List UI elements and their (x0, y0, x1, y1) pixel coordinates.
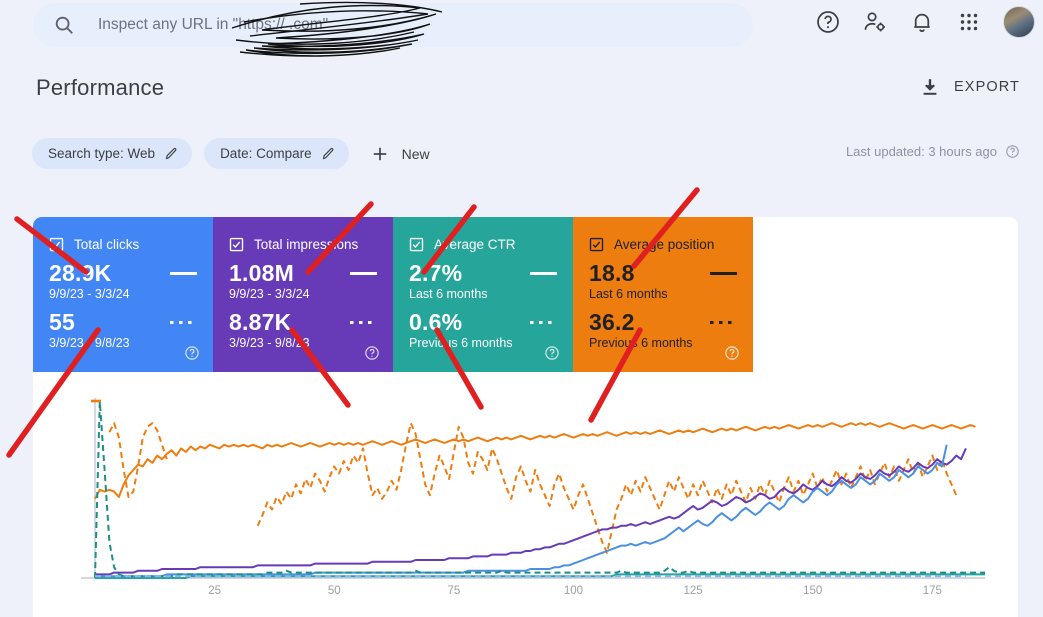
metric-current-period: 9/9/23 - 3/3/24 (49, 287, 130, 302)
help-circle-icon[interactable] (364, 345, 380, 361)
metric-card-total-clicks[interactable]: Total clicks 28.9K 9/9/23 - 3/3/24 55 3/… (33, 217, 213, 372)
metric-card-header: Average CTR (409, 237, 557, 252)
metric-current-period: Last 6 months (589, 287, 668, 302)
metric-current-value: 18.8 (589, 260, 635, 286)
add-filter-button[interactable]: New (370, 144, 430, 164)
checkbox-checked-icon[interactable] (589, 237, 604, 252)
filter-chips: Search type: Web Date: Compare New (32, 138, 430, 169)
chart-plot-area (81, 398, 985, 579)
performance-chart: 25 50 75 100 125 150 175 (33, 390, 1018, 617)
search-placeholder-text: Inspect any URL in "https:// .com" (98, 16, 329, 33)
export-button[interactable]: EXPORT (919, 76, 1020, 98)
chart-x-tick-label: 125 (683, 585, 703, 597)
metric-card-header: Average position (589, 237, 737, 252)
metric-card-title: Total impressions (254, 237, 359, 252)
metric-current-period: 9/9/23 - 3/3/24 (229, 287, 310, 302)
legend-solid-line (350, 272, 377, 275)
chart-series-layer (94, 400, 985, 579)
metric-card-total-impressions[interactable]: Total impressions 1.08M 9/9/23 - 3/3/24 … (213, 217, 393, 372)
metric-previous-value: 0.6% (409, 309, 463, 336)
performance-page: Inspect any URL in "https:// .com" Perfo… (0, 0, 1043, 617)
metric-card-title: Total clicks (74, 237, 140, 252)
chart-series-line (94, 400, 985, 579)
metric-current-value: 1.08M (229, 260, 294, 286)
legend-dashed-line (350, 321, 377, 325)
page-title: Performance (36, 75, 165, 100)
pencil-icon (165, 147, 177, 160)
metric-previous-period: 3/9/23 - 9/8/23 (229, 336, 310, 351)
metric-card-header: Total impressions (229, 237, 377, 252)
chart-x-tick-label: 100 (563, 585, 584, 597)
metric-current: 2.7% Last 6 months (409, 261, 557, 301)
legend-dashed-line (530, 321, 557, 325)
metric-current: 1.08M 9/9/23 - 3/3/24 (229, 261, 377, 301)
checkbox-checked-icon[interactable] (49, 237, 64, 252)
chip-date-compare[interactable]: Date: Compare (204, 138, 349, 169)
chip-search-type[interactable]: Search type: Web (32, 138, 193, 169)
chart-x-tick-label: 150 (803, 585, 823, 597)
metric-previous: 0.6% Previous 6 months (409, 310, 557, 350)
chart-series-line (95, 447, 967, 576)
add-filter-label: New (401, 145, 430, 162)
help-circle-icon[interactable] (724, 345, 740, 361)
legend-solid-line (170, 272, 197, 275)
plus-icon (373, 147, 386, 160)
search-icon (55, 16, 73, 34)
chart-x-tick-label: 50 (327, 585, 341, 597)
help-circle-icon[interactable] (184, 345, 200, 361)
chart-series-line (94, 422, 976, 500)
chip-search-type-label: Search type: Web (48, 146, 156, 161)
account-avatar[interactable] (1003, 6, 1035, 38)
help-icon[interactable] (815, 9, 841, 35)
legend-solid-line (710, 272, 737, 275)
last-updated-text: Last updated: 3 hours ago (845, 144, 997, 159)
metric-cards: Total clicks 28.9K 9/9/23 - 3/3/24 55 3/… (33, 217, 753, 372)
pencil-icon (322, 147, 334, 160)
metric-previous-period: Previous 6 months (409, 336, 513, 351)
chart-x-tick-label: 25 (208, 585, 222, 597)
chart-series-line (108, 422, 958, 554)
legend-dashed-line (170, 321, 197, 325)
metric-previous: 8.87K 3/9/23 - 9/8/23 (229, 310, 377, 350)
help-circle-icon[interactable] (544, 345, 560, 361)
metric-previous-value: 36.2 (589, 309, 635, 336)
metric-current: 28.9K 9/9/23 - 3/3/24 (49, 261, 197, 301)
chart-x-axis-labels: 25 50 75 100 125 150 175 (33, 585, 1018, 607)
metric-previous: 36.2 Previous 6 months (589, 310, 737, 350)
checkbox-checked-icon[interactable] (409, 237, 424, 252)
notifications-bell-icon[interactable] (909, 9, 935, 35)
top-bar: Inspect any URL in "https:// .com" (0, 0, 1043, 50)
help-circle-icon[interactable] (1005, 144, 1020, 159)
legend-dashed-line (710, 321, 737, 325)
metric-current-period: Last 6 months (409, 287, 488, 302)
metric-card-average-position[interactable]: Average position 18.8 Last 6 months 36.2… (573, 217, 753, 372)
top-bar-icons (815, 6, 1035, 38)
export-label: EXPORT (954, 79, 1020, 95)
metric-card-average-ctr[interactable]: Average CTR 2.7% Last 6 months 0.6% Prev… (393, 217, 573, 372)
metric-previous-period: 3/9/23 - 9/8/23 (49, 336, 130, 351)
legend-solid-line (530, 272, 557, 275)
chip-date-compare-label: Date: Compare (220, 146, 312, 161)
metric-card-title: Average position (614, 237, 715, 252)
metric-previous-value: 55 (49, 309, 75, 336)
checkbox-checked-icon[interactable] (229, 237, 244, 252)
url-inspection-search[interactable]: Inspect any URL in "https:// .com" (33, 3, 753, 47)
metric-current-value: 2.7% (409, 260, 463, 286)
metric-previous: 55 3/9/23 - 9/8/23 (49, 310, 197, 350)
metric-previous-period: Previous 6 months (589, 336, 693, 351)
apps-grid-icon[interactable] (956, 9, 982, 35)
metric-previous-value: 8.87K (229, 309, 292, 336)
metric-card-title: Average CTR (434, 237, 516, 252)
user-settings-icon[interactable] (862, 9, 888, 35)
chart-x-tick-label: 175 (922, 585, 942, 597)
metric-current: 18.8 Last 6 months (589, 261, 737, 301)
chart-series-line (95, 444, 948, 578)
download-icon (923, 79, 937, 95)
metric-card-header: Total clicks (49, 237, 197, 252)
metric-current-value: 28.9K (49, 260, 112, 286)
chart-x-tick-label: 75 (447, 585, 461, 597)
last-updated: Last updated: 3 hours ago (846, 144, 1020, 159)
